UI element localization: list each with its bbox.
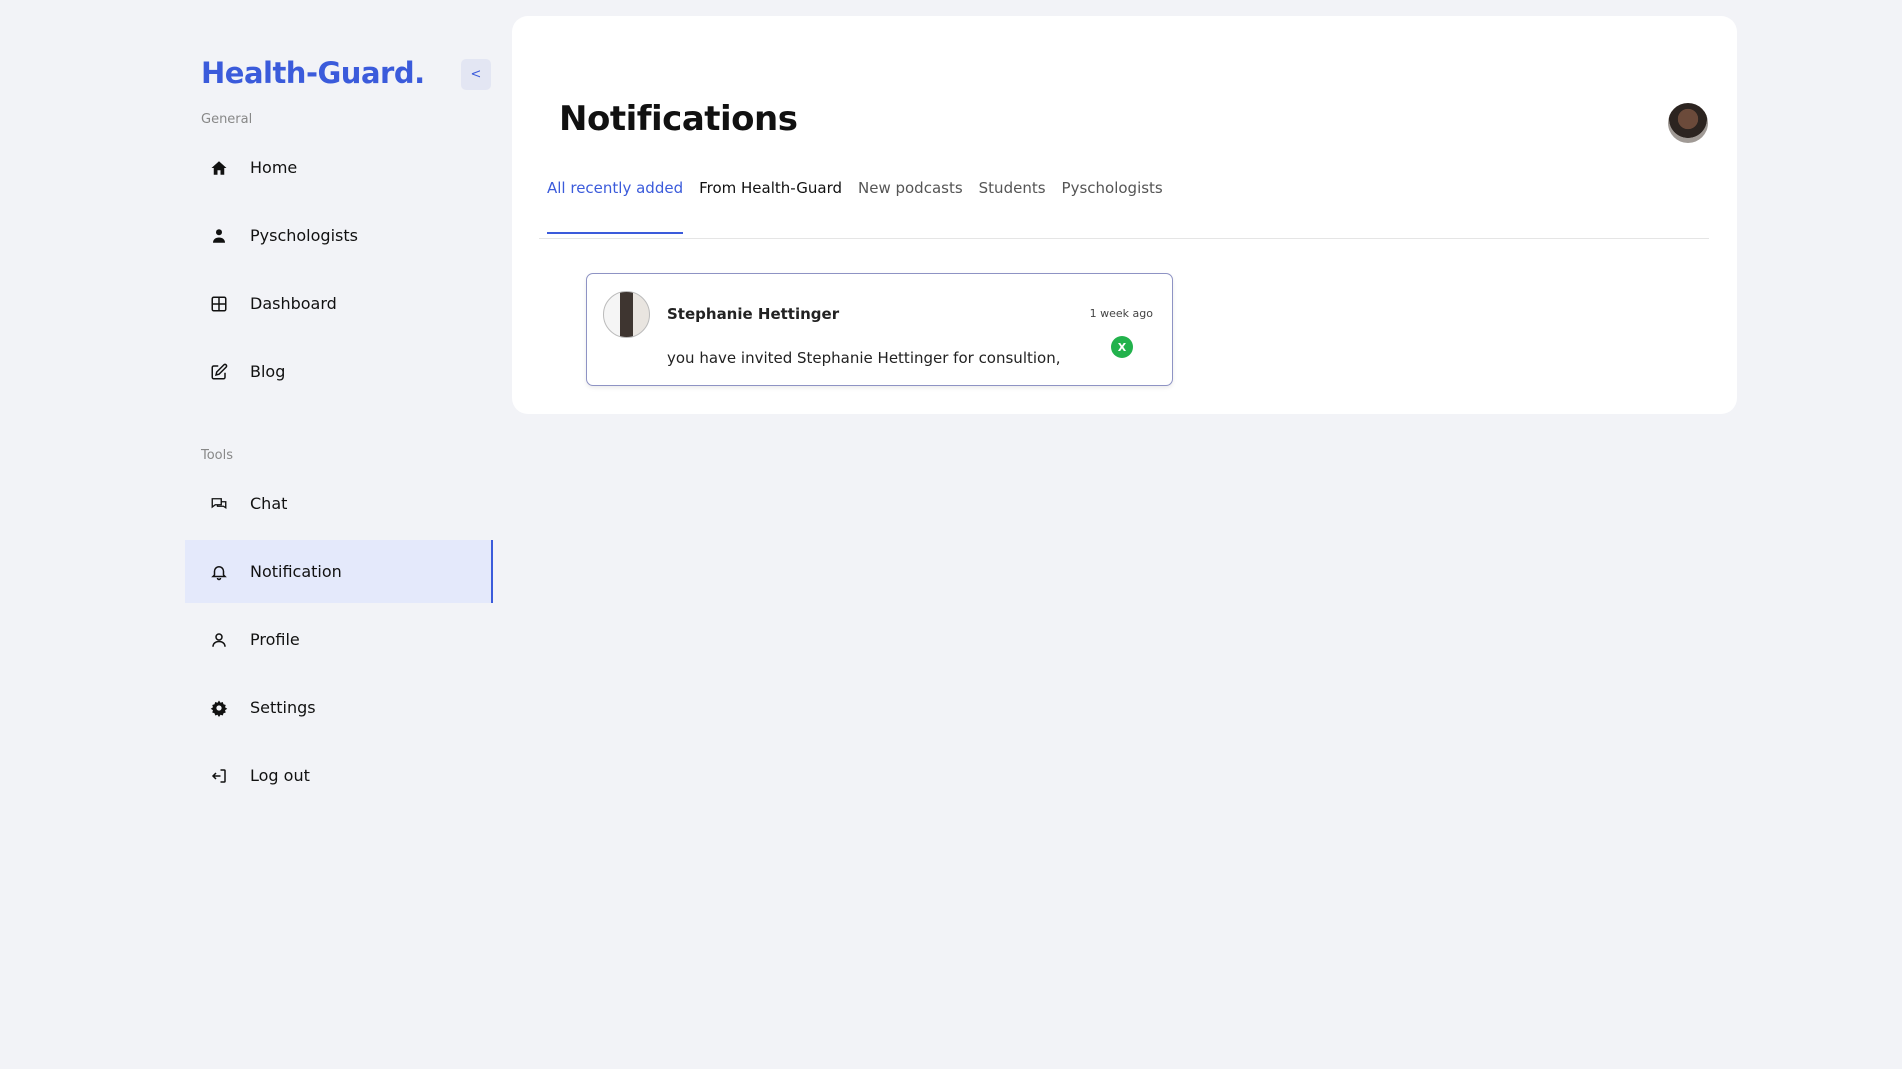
home-icon [208, 157, 230, 179]
sidebar-item-label: Blog [250, 362, 286, 381]
sidebar-item-settings[interactable]: Settings [185, 676, 493, 739]
user-icon [208, 629, 230, 651]
notification-sender-name: Stephanie Hettinger [667, 305, 840, 323]
tab-students[interactable]: Students [979, 176, 1046, 234]
general-section-label: General [201, 112, 253, 127]
notification-timestamp: 1 week ago [1089, 307, 1153, 320]
tab-new-podcasts[interactable]: New podcasts [858, 176, 963, 234]
collapse-sidebar-button[interactable]: < [461, 59, 491, 90]
sidebar-item-blog[interactable]: Blog [185, 340, 493, 403]
tab-all-recently-added[interactable]: All recently added [547, 176, 684, 234]
person-icon [208, 225, 230, 247]
grid-icon [208, 293, 230, 315]
app-logo: Health-Guard. [201, 56, 425, 90]
dismiss-notification-button[interactable]: X [1111, 336, 1133, 358]
edit-icon [208, 361, 230, 383]
tabs-divider [539, 238, 1709, 239]
main-panel: Notifications All recently added From He… [512, 16, 1737, 414]
sidebar-item-home[interactable]: Home [185, 136, 493, 199]
tab-from-health-guard[interactable]: From Health-Guard [699, 176, 842, 234]
bell-icon [208, 561, 230, 583]
sidebar-item-dashboard[interactable]: Dashboard [185, 272, 493, 335]
notification-tabs: All recently added From Health-Guard New… [547, 176, 1179, 234]
sidebar-item-profile[interactable]: Profile [185, 608, 493, 671]
sidebar-item-label: Home [250, 158, 298, 177]
sidebar-item-label: Pyschologists [250, 226, 358, 245]
sidebar-item-label: Notification [250, 562, 342, 581]
sidebar-item-label: Settings [250, 698, 316, 717]
page-title: Notifications [559, 99, 798, 139]
sidebar-item-label: Log out [250, 766, 310, 785]
notification-card[interactable]: Stephanie Hettinger 1 week ago you have … [586, 273, 1173, 386]
chat-icon [208, 493, 230, 515]
logout-icon [208, 765, 230, 787]
sidebar-item-label: Chat [250, 494, 288, 513]
sidebar-item-logout[interactable]: Log out [185, 744, 493, 807]
gear-icon [208, 697, 230, 719]
sidebar-item-label: Profile [250, 630, 300, 649]
avatar [603, 291, 650, 338]
tab-pyschologists[interactable]: Pyschologists [1062, 176, 1163, 234]
tools-section-label: Tools [201, 448, 234, 463]
notification-message: you have invited Stephanie Hettinger for… [667, 349, 1061, 367]
avatar[interactable] [1668, 103, 1708, 143]
sidebar-item-pyschologists[interactable]: Pyschologists [185, 204, 493, 267]
sidebar-item-notification[interactable]: Notification [185, 540, 493, 603]
sidebar-item-chat[interactable]: Chat [185, 472, 493, 535]
sidebar-item-label: Dashboard [250, 294, 337, 313]
